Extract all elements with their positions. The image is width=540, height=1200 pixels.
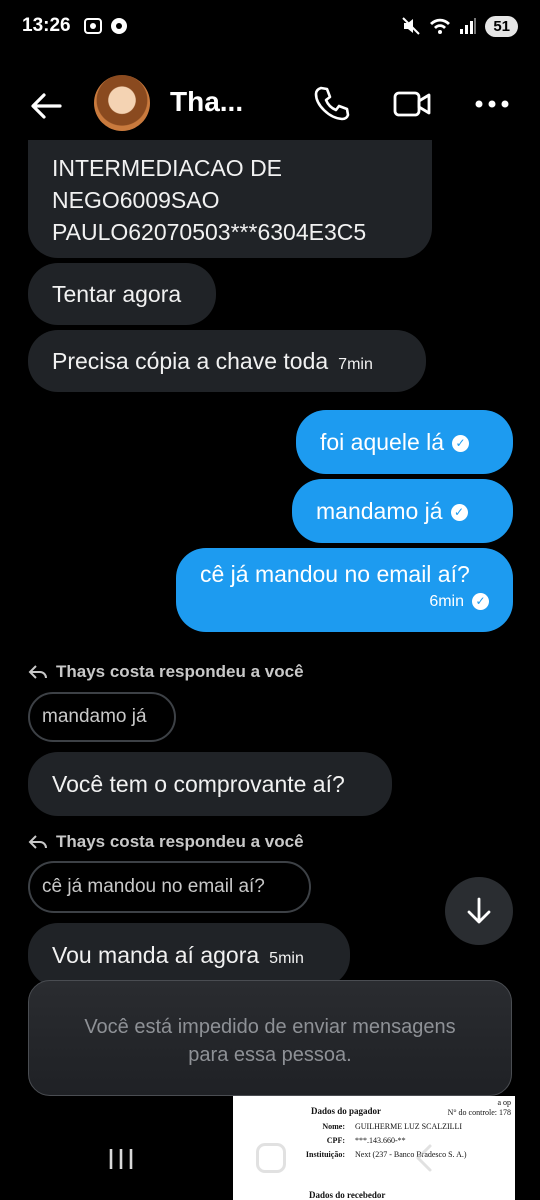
- blocked-text-line: para essa pessoa.: [188, 1044, 352, 1066]
- avatar[interactable]: [94, 75, 150, 131]
- battery-level: 51: [485, 15, 518, 37]
- reply-quote-text: cê já mandou no email aí?: [42, 876, 265, 897]
- home-icon[interactable]: [256, 1143, 286, 1173]
- message-incoming[interactable]: Vou manda aí agora 5min: [28, 923, 350, 987]
- reply-quote[interactable]: cê já mandou no email aí?: [28, 861, 311, 913]
- video-camera-icon[interactable]: [392, 86, 432, 122]
- message-outgoing[interactable]: mandamo já ✓: [292, 479, 513, 543]
- message-incoming[interactable]: Precisa cópia a chave toda 7min: [28, 330, 426, 392]
- status-bar: 13:26 51: [0, 0, 540, 52]
- message-time: 7min: [338, 356, 373, 373]
- message-text: Vou manda aí agora: [52, 942, 260, 968]
- phone-icon[interactable]: [312, 84, 350, 122]
- message-text: Precisa cópia a chave toda: [52, 348, 329, 374]
- reply-arrow-icon: [28, 665, 47, 679]
- blocked-text-line: Você está impedido de enviar mensagens: [84, 1016, 456, 1038]
- reply-arrow-icon: [28, 835, 47, 849]
- message-outgoing[interactable]: foi aquele lá ✓: [296, 410, 513, 474]
- blocked-message-banner: Você está impedido de enviar mensagens p…: [28, 980, 512, 1096]
- more-dots-icon[interactable]: [472, 84, 512, 124]
- message-outgoing[interactable]: cê já mandou no email aí? 6min ✓: [176, 548, 513, 632]
- reply-label: Thays costa respondeu a você: [28, 832, 304, 852]
- reply-label-text: Thays costa respondeu a você: [56, 662, 304, 681]
- arrow-left-icon[interactable]: [28, 88, 64, 124]
- status-system-icons: 51: [401, 15, 518, 37]
- status-notification-icons: [83, 16, 129, 36]
- reply-label: Thays costa respondeu a você: [28, 662, 304, 682]
- message-incoming[interactable]: Tentar agora: [28, 263, 216, 325]
- wifi-icon: [430, 18, 451, 34]
- scroll-to-bottom-button[interactable]: [445, 877, 513, 945]
- message-text: foi aquele lá: [320, 429, 445, 455]
- check-circle-icon: ✓: [472, 593, 489, 611]
- reply-label-text: Thays costa respondeu a você: [56, 832, 304, 851]
- reply-quote[interactable]: mandamo já: [28, 692, 176, 742]
- message-text: Tentar agora: [52, 281, 182, 307]
- contact-name[interactable]: Tha...: [170, 86, 243, 118]
- message-time: 5min: [269, 950, 304, 967]
- arrow-down-icon: [467, 897, 491, 924]
- system-nav-bar: [0, 1115, 540, 1200]
- nav-back-icon[interactable]: [410, 1143, 440, 1173]
- status-time: 13:26: [22, 15, 71, 36]
- message-text: cê já mandou no email aí?: [200, 561, 470, 587]
- recent-apps-icon[interactable]: [108, 1147, 134, 1171]
- soccer-ball-icon: [110, 18, 127, 34]
- chat-header: Tha...: [0, 60, 540, 150]
- message-text-line: PAULO62070503***6304E3C5: [52, 219, 367, 245]
- message-incoming[interactable]: INTERMEDIACAO DE NEGO6009SAO PAULO620705…: [28, 140, 432, 258]
- check-circle-icon: ✓: [452, 435, 470, 453]
- message-time: 6min: [429, 593, 464, 610]
- message-text: Você tem o comprovante aí?: [52, 771, 345, 797]
- mute-icon: [402, 17, 421, 35]
- screenshot-icon: [83, 18, 102, 34]
- reply-quote-text: mandamo já: [42, 706, 147, 727]
- message-incoming[interactable]: Você tem o comprovante aí?: [28, 752, 392, 816]
- check-circle-icon: ✓: [450, 504, 468, 522]
- message-text-line: NEGO6009SAO: [52, 187, 220, 213]
- message-text: mandamo já: [316, 498, 443, 524]
- signal-icon: [460, 18, 477, 34]
- message-text-line: INTERMEDIACAO DE: [52, 155, 283, 181]
